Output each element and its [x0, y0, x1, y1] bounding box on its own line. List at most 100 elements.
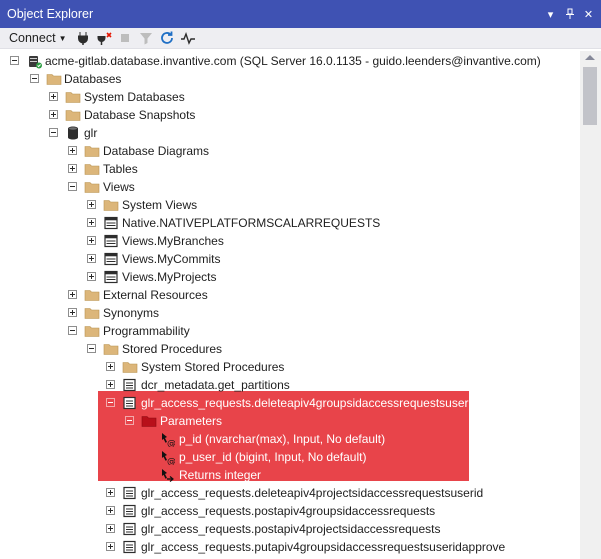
- parameter-icon: [159, 431, 175, 447]
- expand-icon[interactable]: [106, 524, 115, 533]
- tree-node-label: Database Diagrams: [103, 144, 210, 158]
- tree-node-glr[interactable]: glr: [0, 124, 580, 142]
- tree-node-view[interactable]: Views.MyBranches: [0, 232, 580, 250]
- tree-node-view[interactable]: Native.NATIVEPLATFORMSCALARREQUESTS: [0, 214, 580, 232]
- folder-icon: [141, 413, 157, 429]
- tree-node-parameter[interactable]: p_id (nvarchar(max), Input, No default): [0, 430, 580, 448]
- folder-icon: [84, 143, 100, 159]
- tree-node-view[interactable]: Views.MyProjects: [0, 268, 580, 286]
- tree-node-database-snapshots[interactable]: Database Snapshots: [0, 106, 580, 124]
- collapse-icon[interactable]: [10, 56, 19, 65]
- tree-node-view[interactable]: Views.MyCommits: [0, 250, 580, 268]
- expand-icon[interactable]: [68, 164, 77, 173]
- connect-plug-icon[interactable]: [73, 29, 93, 47]
- expand-icon[interactable]: [87, 218, 96, 227]
- expand-icon[interactable]: [106, 488, 115, 497]
- close-icon[interactable]: ✕: [580, 6, 597, 23]
- tree-node-label: Native.NATIVEPLATFORMSCALARREQUESTS: [122, 216, 381, 230]
- tree-node-label: dcr_metadata.get_partitions: [141, 378, 290, 392]
- object-explorer-tree: acme-gitlab.database.invantive.com (SQL …: [0, 51, 580, 559]
- tree-node-server[interactable]: acme-gitlab.database.invantive.com (SQL …: [0, 52, 580, 70]
- expand-icon[interactable]: [87, 200, 96, 209]
- folder-icon: [122, 359, 138, 375]
- expand-icon[interactable]: [49, 110, 58, 119]
- tree-node-stored-procedure[interactable]: glr_access_requests.postapiv4projectsida…: [0, 520, 580, 538]
- tree-node-synonyms[interactable]: Synonyms: [0, 304, 580, 322]
- collapse-icon[interactable]: [68, 326, 77, 335]
- tree-node-parameters[interactable]: Parameters: [0, 412, 580, 430]
- filter-icon[interactable]: [136, 29, 156, 47]
- tree-node-label: p_user_id (bigint, Input, No default): [179, 450, 367, 464]
- stop-icon[interactable]: [115, 29, 135, 47]
- folder-icon: [103, 197, 119, 213]
- stored-procedure-icon: [122, 503, 138, 519]
- tree-node-label: Returns integer: [179, 468, 262, 482]
- tree-node-programmability[interactable]: Programmability: [0, 322, 580, 340]
- folder-icon: [84, 179, 100, 195]
- tree-node-stored-procedure[interactable]: glr_access_requests.deleteapiv4projectsi…: [0, 484, 580, 502]
- tree-node-system-databases[interactable]: System Databases: [0, 88, 580, 106]
- collapse-icon[interactable]: [106, 398, 115, 407]
- expand-icon[interactable]: [68, 146, 77, 155]
- dropdown-icon[interactable]: ▾: [542, 6, 559, 23]
- window-title: Object Explorer: [7, 7, 94, 21]
- scroll-up-icon[interactable]: [585, 55, 595, 60]
- tree-node-tables[interactable]: Tables: [0, 160, 580, 178]
- tree-node-returns[interactable]: Returns integer: [0, 466, 580, 484]
- expand-icon[interactable]: [106, 506, 115, 515]
- stored-procedure-icon: [122, 395, 138, 411]
- folder-icon: [103, 341, 119, 357]
- expand-icon[interactable]: [106, 380, 115, 389]
- tree-node-parameter[interactable]: p_user_id (bigint, Input, No default): [0, 448, 580, 466]
- tree-node-label: Views.MyCommits: [122, 252, 221, 266]
- folder-icon: [84, 305, 100, 321]
- chevron-down-icon: ▼: [58, 33, 67, 43]
- tree-node-stored-procedure[interactable]: glr_access_requests.postapiv4groupsidacc…: [0, 502, 580, 520]
- tree-node-views[interactable]: Views: [0, 178, 580, 196]
- tree-node-selected-procedure[interactable]: glr_access_requests.deleteapiv4groupsida…: [0, 394, 580, 412]
- collapse-icon[interactable]: [125, 416, 134, 425]
- expand-icon[interactable]: [87, 254, 96, 263]
- tree-node-label: Database Snapshots: [84, 108, 196, 122]
- tree-node-stored-procedure[interactable]: dcr_metadata.get_partitions: [0, 376, 580, 394]
- refresh-icon[interactable]: [157, 29, 177, 47]
- disconnect-plug-icon[interactable]: [94, 29, 114, 47]
- stored-procedure-icon: [122, 485, 138, 501]
- expand-icon[interactable]: [87, 236, 96, 245]
- database-icon: [65, 125, 81, 141]
- tree-node-stored-procedures[interactable]: Stored Procedures: [0, 340, 580, 358]
- tree-node-system-stored-procedures[interactable]: System Stored Procedures: [0, 358, 580, 376]
- pin-icon[interactable]: [561, 6, 578, 23]
- expand-icon[interactable]: [49, 92, 58, 101]
- scrollbar-thumb[interactable]: [583, 67, 597, 125]
- parameter-icon: [159, 449, 175, 465]
- view-icon: [103, 269, 119, 285]
- expand-icon[interactable]: [106, 542, 115, 551]
- tree-node-label: Parameters: [160, 414, 223, 428]
- tree-node-label: p_id (nvarchar(max), Input, No default): [179, 432, 386, 446]
- return-value-icon: [159, 467, 175, 483]
- vertical-scrollbar[interactable]: [580, 51, 601, 559]
- tree-node-databases[interactable]: Databases: [0, 70, 580, 88]
- tree-node-label: glr_access_requests.postapiv4projectsida…: [141, 522, 441, 536]
- collapse-icon[interactable]: [49, 128, 58, 137]
- collapse-icon[interactable]: [30, 74, 39, 83]
- connect-button[interactable]: Connect ▼: [9, 31, 72, 45]
- expand-icon[interactable]: [68, 308, 77, 317]
- collapse-icon[interactable]: [87, 344, 96, 353]
- tree-node-label: glr_access_requests.putapiv4groupsidacce…: [141, 540, 506, 554]
- tree-node-database-diagrams[interactable]: Database Diagrams: [0, 142, 580, 160]
- expand-icon[interactable]: [87, 272, 96, 281]
- expand-icon[interactable]: [106, 362, 115, 371]
- tree-node-system-views[interactable]: System Views: [0, 196, 580, 214]
- view-icon: [103, 215, 119, 231]
- tree-node-label: glr_access_requests.deleteapiv4groupsida…: [141, 396, 478, 410]
- activity-monitor-icon[interactable]: [178, 29, 198, 47]
- expand-icon[interactable]: [68, 290, 77, 299]
- tree-node-external-resources[interactable]: External Resources: [0, 286, 580, 304]
- tree-node-stored-procedure[interactable]: glr_access_requests.putapiv4groupsidacce…: [0, 538, 580, 556]
- tree-node-label: System Databases: [84, 90, 185, 104]
- tree-node-label: Programmability: [103, 324, 190, 338]
- collapse-icon[interactable]: [68, 182, 77, 191]
- tree-node-label: Views.MyProjects: [122, 270, 217, 284]
